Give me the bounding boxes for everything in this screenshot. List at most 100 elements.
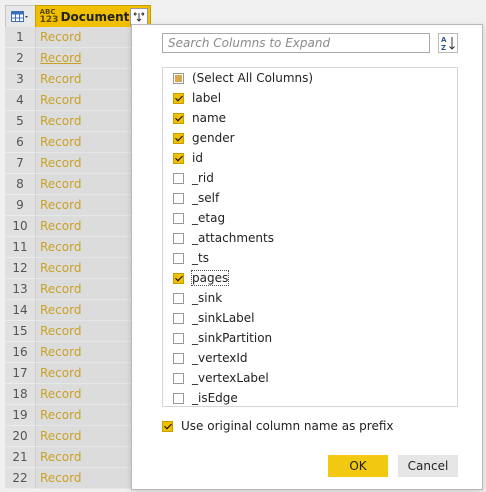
row-number: 8 (5, 174, 36, 195)
row-number: 13 (5, 279, 36, 300)
columns-list: (Select All Columns) label name gender id _r… (162, 67, 458, 407)
column-label: label (192, 91, 222, 105)
column-checkbox[interactable] (173, 132, 184, 144)
column-item[interactable]: _isEdge (173, 388, 238, 406)
column-checkbox[interactable] (173, 212, 184, 224)
table-row: 19 Record (5, 405, 151, 426)
select-all-item[interactable]: (Select All Columns) (173, 68, 313, 88)
column-checkbox[interactable] (173, 172, 184, 184)
row-number: 19 (5, 405, 36, 426)
column-item[interactable]: id (173, 148, 203, 168)
cancel-button[interactable]: Cancel (398, 455, 458, 477)
table-row: 17 Record (5, 363, 151, 384)
grid-rows: 1 Record 2 Record 3 Record 4 Record 5 Record 6 Reco… (5, 27, 151, 489)
table-row: 6 Record (5, 132, 151, 153)
prefix-option[interactable]: Use original column name as prefix (162, 417, 393, 435)
column-checkbox[interactable] (173, 92, 184, 104)
svg-text:A: A (441, 36, 447, 44)
table-row: 21 Record (5, 447, 151, 468)
column-checkbox[interactable] (173, 232, 184, 244)
column-checkbox[interactable] (173, 372, 184, 384)
column-item[interactable]: _self (173, 188, 219, 208)
table-row: 3 Record (5, 69, 151, 90)
column-title: Document (60, 9, 130, 24)
column-checkbox[interactable] (173, 392, 184, 404)
expand-columns-icon (133, 12, 145, 22)
search-columns-input[interactable] (162, 33, 430, 53)
row-number: 11 (5, 237, 36, 258)
column-item[interactable]: label (173, 88, 221, 108)
type-badge-bottom: 123 (39, 14, 59, 25)
sort-button[interactable]: A Z (438, 33, 458, 53)
column-checkbox[interactable] (173, 112, 184, 124)
row-number: 17 (5, 363, 36, 384)
column-item[interactable]: _sink (173, 288, 222, 308)
column-checkbox[interactable] (173, 332, 184, 344)
column-item[interactable]: _vertexId (173, 348, 248, 368)
column-checkbox[interactable] (173, 152, 184, 164)
prefix-checkbox[interactable] (162, 420, 173, 432)
table-row: 12 Record (5, 258, 151, 279)
grid-header: ABC 123 Document (5, 5, 151, 28)
column-item[interactable]: _vertexLabel (173, 368, 269, 388)
column-item[interactable]: _sinkPartition (173, 328, 272, 348)
column-checkbox[interactable] (173, 192, 184, 204)
row-number: 21 (5, 447, 36, 468)
table-row: 22 Record (5, 468, 151, 489)
row-number: 18 (5, 384, 36, 405)
column-item[interactable]: _rid (173, 168, 214, 188)
column-checkbox[interactable] (173, 312, 184, 324)
row-number: 12 (5, 258, 36, 279)
row-number: 9 (5, 195, 36, 216)
row-number: 6 (5, 132, 36, 153)
sort-az-icon: A Z (441, 36, 455, 52)
column-checkbox[interactable] (173, 252, 184, 264)
column-label: name (192, 111, 227, 125)
row-number: 16 (5, 342, 36, 363)
column-label: _vertexLabel (192, 371, 269, 385)
column-checkbox[interactable] (173, 352, 184, 364)
column-label: id (192, 151, 203, 165)
table-menu-button[interactable] (5, 5, 35, 28)
table-row: 16 Record (5, 342, 151, 363)
column-label: _isEdge (192, 391, 238, 405)
row-number: 2 (5, 48, 36, 69)
column-label: _ts (192, 251, 209, 265)
expand-columns-popup: A Z (Select All Columns) label name gender… (131, 24, 483, 490)
svg-text:Z: Z (441, 44, 446, 52)
column-item[interactable]: _sinkLabel (173, 308, 255, 328)
column-checkbox[interactable] (173, 272, 184, 284)
table-icon (11, 10, 29, 22)
select-all-checkbox[interactable] (173, 72, 184, 84)
table-row: 4 Record (5, 90, 151, 111)
table-row: 7 Record (5, 153, 151, 174)
column-label: _vertexId (192, 351, 248, 365)
column-item[interactable]: gender (173, 128, 235, 148)
table-row: 20 Record (5, 426, 151, 447)
column-item[interactable]: _attachments (173, 228, 274, 248)
select-all-label: (Select All Columns) (192, 71, 314, 85)
row-number: 1 (5, 27, 36, 48)
table-row: 11 Record (5, 237, 151, 258)
row-number: 14 (5, 300, 36, 321)
row-number: 5 (5, 111, 36, 132)
table-row: 9 Record (5, 195, 151, 216)
ok-button[interactable]: OK (328, 455, 388, 477)
column-item[interactable]: _ts (173, 248, 209, 268)
table-row: 15 Record (5, 321, 151, 342)
table-row: 5 Record (5, 111, 151, 132)
row-number: 20 (5, 426, 36, 447)
column-item[interactable]: name (173, 108, 226, 128)
row-number: 3 (5, 69, 36, 90)
table-row: 18 Record (5, 384, 151, 405)
column-label: _etag (192, 211, 226, 225)
column-item[interactable]: pages (173, 268, 230, 288)
column-checkbox[interactable] (173, 292, 184, 304)
table-row: 1 Record (5, 27, 151, 48)
row-number: 15 (5, 321, 36, 342)
column-label: gender (192, 131, 235, 145)
row-number: 7 (5, 153, 36, 174)
column-label: _sink (192, 291, 223, 305)
column-item[interactable]: _etag (173, 208, 225, 228)
type-badge: ABC 123 (39, 8, 59, 25)
